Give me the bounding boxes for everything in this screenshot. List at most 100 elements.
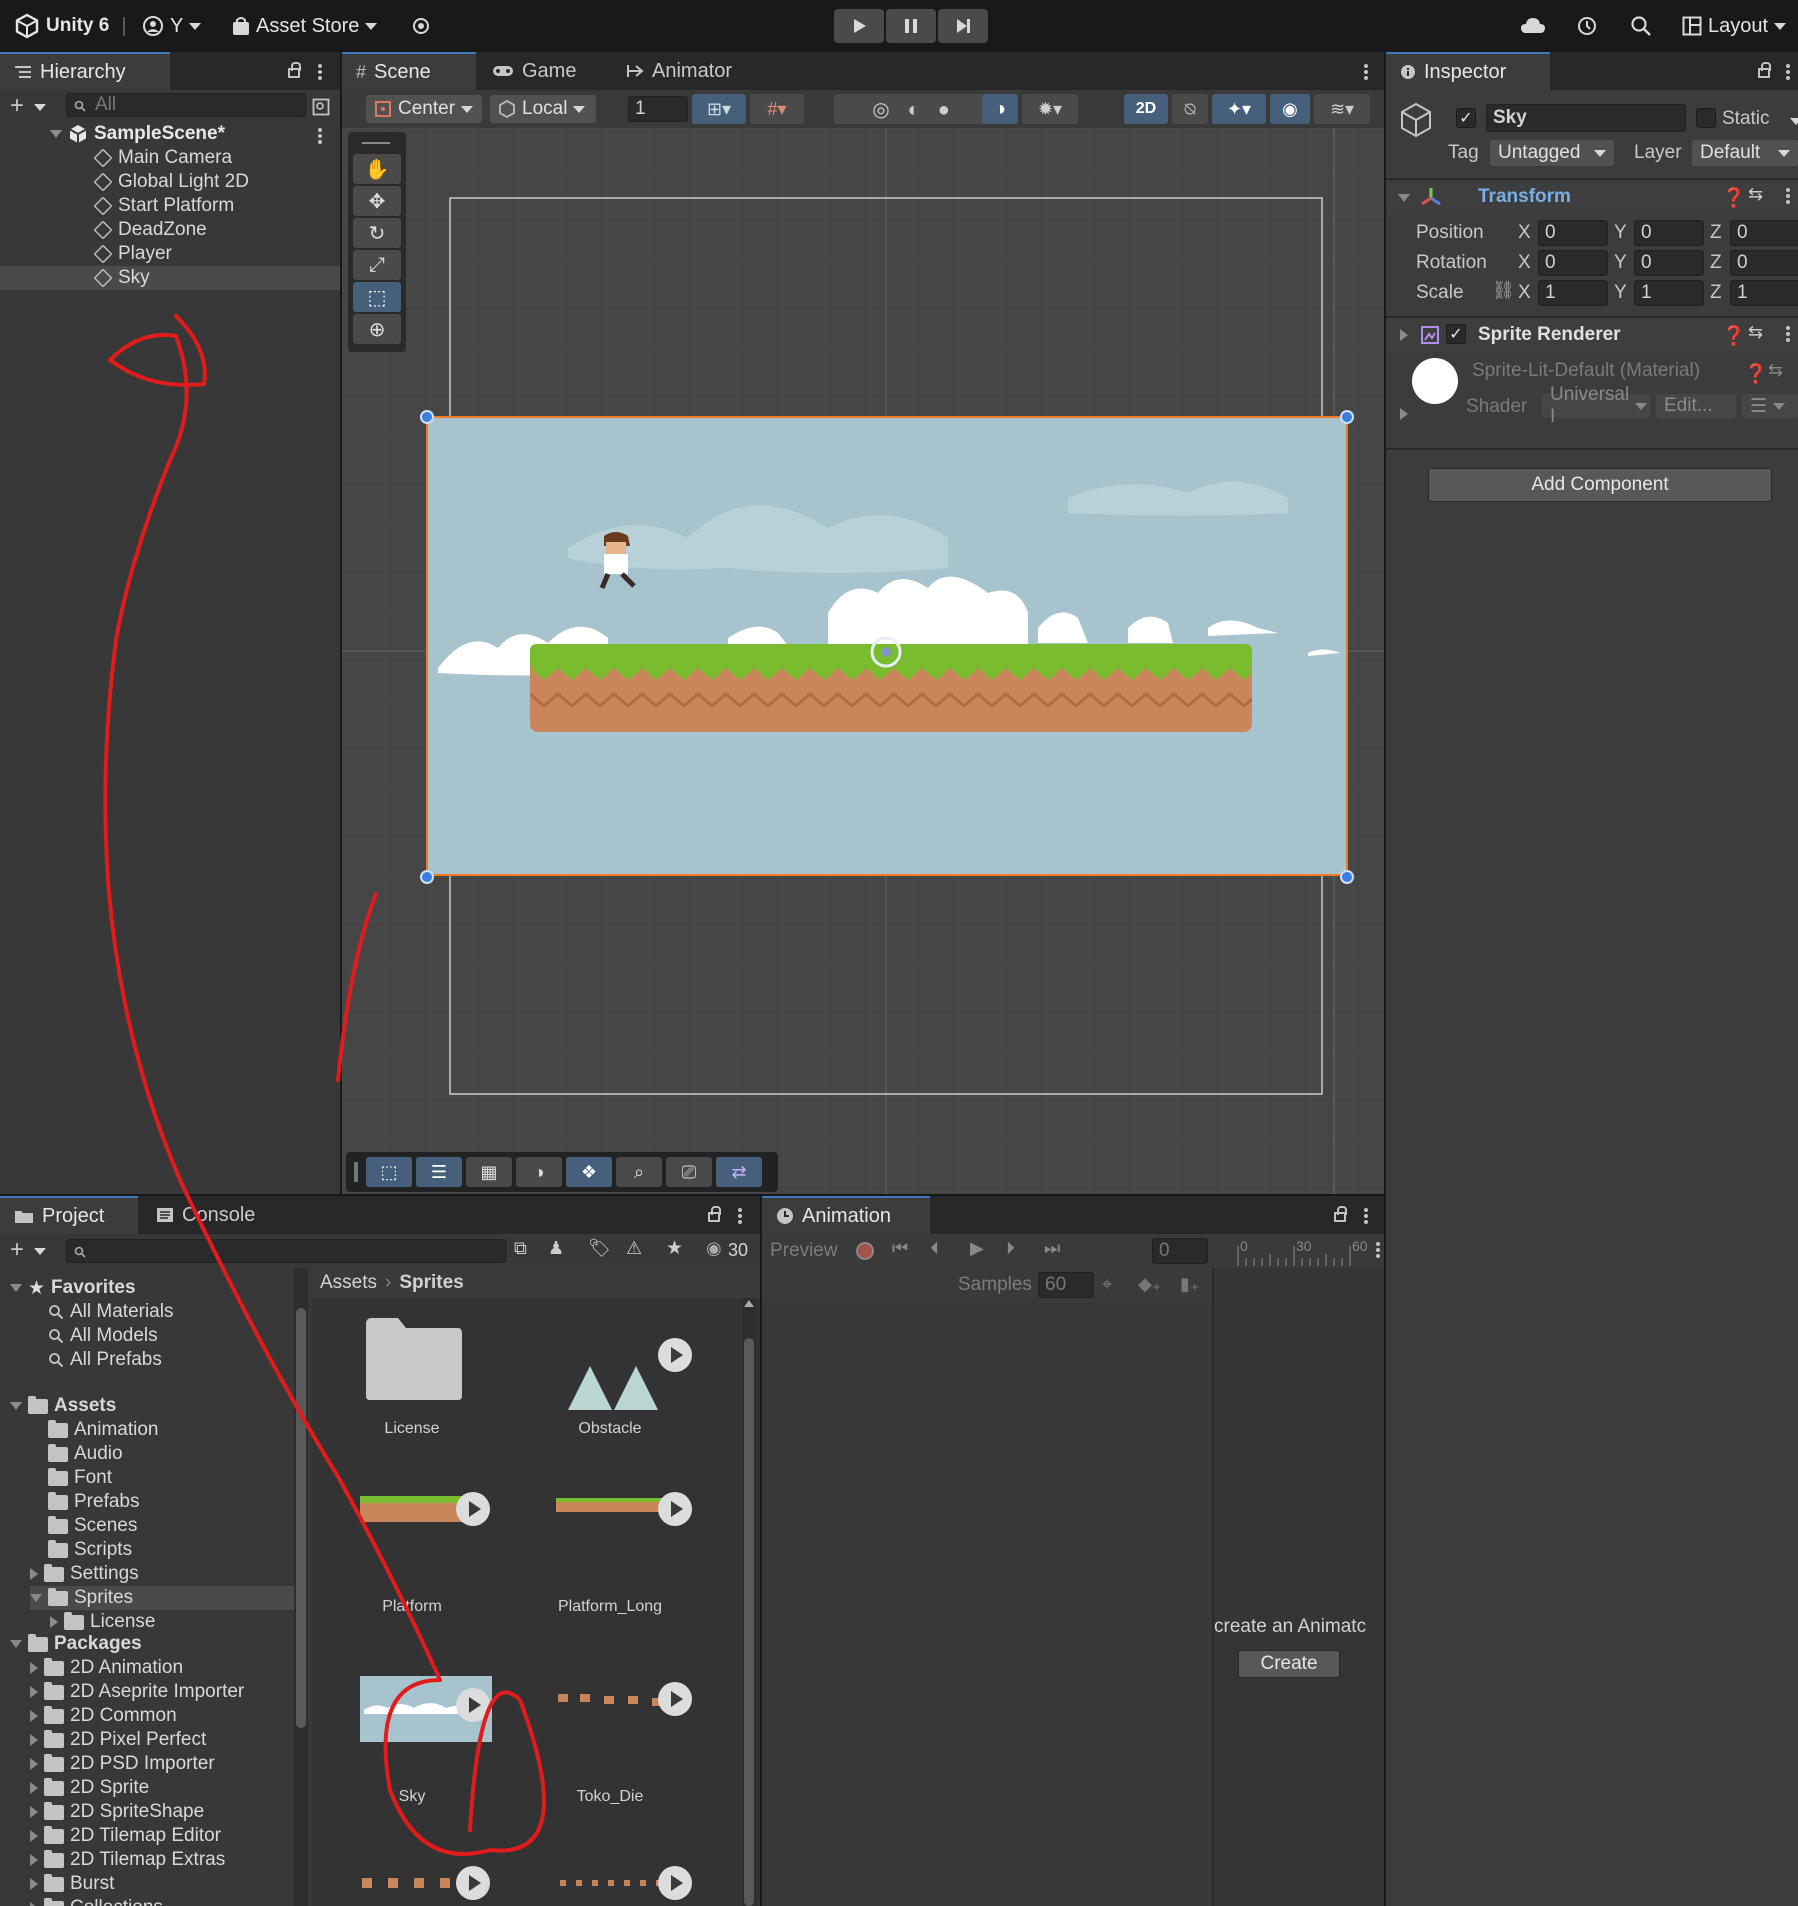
constrain-proportions-icon[interactable]: ⛓ xyxy=(1492,280,1515,301)
grid-scrollbar[interactable] xyxy=(742,1298,756,1906)
preview-toggle[interactable]: Preview xyxy=(770,1240,838,1262)
expand-arrow-icon[interactable] xyxy=(30,1710,38,1722)
asset-folder-item[interactable]: Animation xyxy=(30,1418,159,1442)
rect-tool-button[interactable]: ⬚ xyxy=(353,282,401,312)
add-keyframe-icon[interactable]: ◆₊ xyxy=(1138,1274,1161,1295)
grid-size-input[interactable]: 1 xyxy=(628,96,688,122)
shading-mode-icons[interactable]: ◎◐● xyxy=(872,97,968,122)
more-options-icon[interactable] xyxy=(1376,1240,1382,1260)
visibility-toggle-button[interactable]: ◉ xyxy=(1270,94,1310,124)
asset-folder-item[interactable]: Scenes xyxy=(30,1514,137,1538)
asset-item-sky[interactable]: Sky xyxy=(322,1666,502,1816)
first-keyframe-icon[interactable]: ⏮ xyxy=(892,1238,908,1259)
active-checkbox[interactable]: ✓ xyxy=(1456,108,1476,128)
hierarchy-item[interactable]: Start Platform xyxy=(0,194,340,218)
hierarchy-item[interactable]: Player xyxy=(0,242,340,266)
layers-overlay-button[interactable]: ❖ xyxy=(566,1157,612,1187)
layout-dropdown[interactable]: Layout xyxy=(1682,8,1787,44)
sprite-renderer-enabled-checkbox[interactable]: ✓ xyxy=(1446,324,1466,344)
services-button[interactable] xyxy=(410,8,432,44)
shuffle-overlay-button[interactable]: ⇄ xyxy=(716,1157,762,1187)
hierarchy-item[interactable]: Main Camera xyxy=(0,146,340,170)
play-button[interactable] xyxy=(834,9,884,43)
asset-folder-item[interactable]: Font xyxy=(30,1466,112,1490)
last-keyframe-icon[interactable]: ⏭ xyxy=(1044,1238,1060,1259)
expand-arrow-icon[interactable] xyxy=(30,1594,42,1602)
rotation-y-field[interactable]: 0 xyxy=(1634,250,1704,276)
expand-arrow-icon[interactable] xyxy=(1400,408,1408,420)
unity-menu[interactable]: Unity 6 | xyxy=(14,8,127,44)
pivot-dropdown[interactable]: Center xyxy=(366,95,482,123)
component-menu-icon[interactable] xyxy=(1786,186,1792,206)
scroll-up-icon[interactable] xyxy=(744,1300,754,1307)
more-options-icon[interactable] xyxy=(1786,62,1792,82)
sprite-renderer-header[interactable]: ✓ Sprite Renderer ❓ ⇆ xyxy=(1386,318,1798,352)
filter-by-type-icon[interactable]: ♟ xyxy=(548,1238,564,1259)
tab-animator[interactable]: Animator xyxy=(612,52,762,90)
gizmos-dropdown[interactable]: ✹▾ xyxy=(1022,94,1078,124)
add-event-icon[interactable]: ⌖ xyxy=(1102,1274,1112,1295)
more-options-icon[interactable] xyxy=(1364,62,1370,82)
asset-folder-item[interactable]: Prefabs xyxy=(30,1490,139,1514)
resize-handle-bottom-right[interactable] xyxy=(1340,870,1354,884)
help-icon[interactable]: ❓ xyxy=(1722,324,1746,348)
favorite-item[interactable]: All Materials xyxy=(48,1300,173,1324)
resize-handle-bottom-left[interactable] xyxy=(420,870,434,884)
account-dropdown[interactable]: Y xyxy=(142,8,202,44)
package-item[interactable]: Burst xyxy=(30,1872,114,1896)
effects-dropdown[interactable]: ✦▾ xyxy=(1212,94,1266,124)
camera-overlay-button[interactable]: ⎚ xyxy=(666,1157,712,1187)
favorite-item[interactable]: All Prefabs xyxy=(48,1348,162,1372)
tab-console[interactable]: Console xyxy=(142,1196,282,1234)
record-icon[interactable] xyxy=(856,1242,874,1260)
transform-header[interactable]: Transform ❓ ⇆ xyxy=(1386,180,1798,214)
hierarchy-item[interactable]: DeadZone xyxy=(0,218,340,242)
align-overlay-button[interactable]: ☰ xyxy=(416,1157,462,1187)
play-preview-icon[interactable] xyxy=(456,1688,490,1722)
toggle-2d-button[interactable]: 2D xyxy=(1124,94,1168,124)
lock-icon[interactable] xyxy=(1334,1206,1347,1222)
pause-button[interactable] xyxy=(886,9,936,43)
tree-scrollbar-thumb[interactable] xyxy=(296,1308,306,1728)
grid-overlay-button[interactable]: ▦ xyxy=(466,1157,512,1187)
more-options-icon[interactable] xyxy=(318,62,324,82)
create-animation-button[interactable]: Create xyxy=(1238,1650,1340,1678)
expand-arrow-icon[interactable] xyxy=(1400,329,1408,341)
hierarchy-item[interactable]: Global Light 2D xyxy=(0,170,340,194)
move-gizmo-icon[interactable] xyxy=(866,632,906,672)
rotate-tool-button[interactable]: ↻ xyxy=(353,218,401,248)
package-item[interactable]: 2D PSD Importer xyxy=(30,1752,215,1776)
asset-item-partial[interactable] xyxy=(322,1860,502,1900)
favorites-header[interactable]: ★ Favorites xyxy=(10,1276,136,1300)
asset-item-platform-long[interactable]: Platform_Long xyxy=(520,1488,700,1638)
more-options-icon[interactable] xyxy=(1364,1206,1370,1226)
grid-scrollbar-thumb[interactable] xyxy=(744,1338,754,1906)
lock-icon[interactable] xyxy=(288,62,301,78)
asset-item-platform[interactable]: Platform xyxy=(322,1488,502,1638)
help-icon[interactable]: ❓ xyxy=(1722,186,1746,210)
play-preview-icon[interactable] xyxy=(456,1866,490,1900)
hierarchy-item[interactable]: Sky xyxy=(0,266,340,290)
expand-arrow-icon[interactable] xyxy=(30,1806,38,1818)
player-sprite[interactable] xyxy=(596,530,640,592)
favorite-item[interactable]: All Models xyxy=(48,1324,158,1348)
expand-arrow-icon[interactable] xyxy=(50,130,62,138)
play-preview-icon[interactable] xyxy=(658,1682,692,1716)
play-preview-icon[interactable] xyxy=(456,1492,490,1526)
scale-tool-button[interactable]: ⤢ xyxy=(353,250,401,280)
expand-arrow-icon[interactable] xyxy=(30,1686,38,1698)
expand-arrow-icon[interactable] xyxy=(50,1616,58,1628)
scene-search-icon[interactable] xyxy=(312,98,330,116)
help-icon[interactable]: ❓ xyxy=(1744,362,1768,386)
grid-snap-button[interactable]: ⊞▾ xyxy=(692,94,746,124)
frame-input[interactable]: 0 xyxy=(1152,1238,1208,1264)
warning-icon[interactable]: ⚠ xyxy=(626,1238,642,1259)
asset-folder-item[interactable]: Scripts xyxy=(30,1538,132,1562)
preset-icon[interactable]: ⇆ xyxy=(1768,360,1783,381)
asset-item-license[interactable]: License xyxy=(322,1308,502,1458)
play-preview-icon[interactable] xyxy=(658,1866,692,1900)
package-item[interactable]: 2D Tilemap Extras xyxy=(30,1848,225,1872)
layer-dropdown[interactable]: Default xyxy=(1692,140,1798,166)
tab-hierarchy[interactable]: Hierarchy xyxy=(0,52,170,90)
step-button[interactable] xyxy=(938,9,988,43)
